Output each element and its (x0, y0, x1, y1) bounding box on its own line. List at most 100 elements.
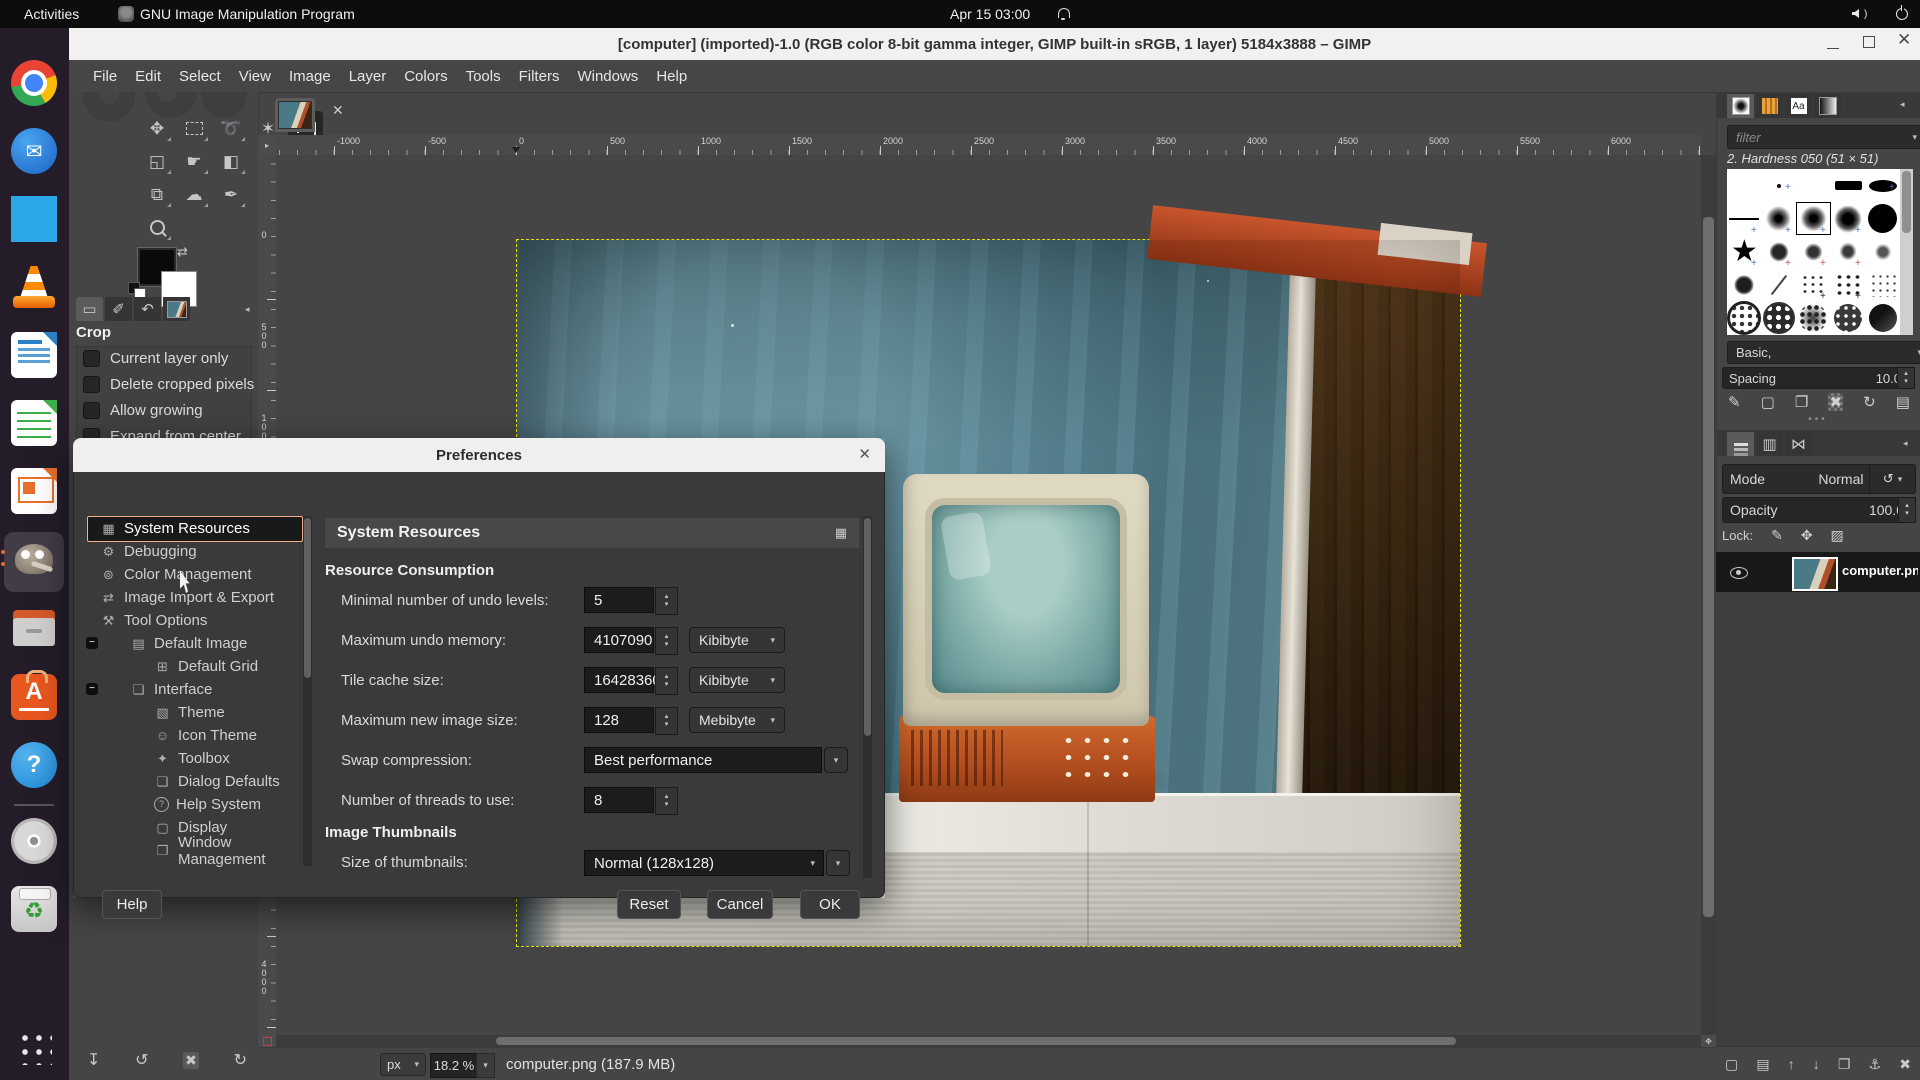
anchor-layer-icon[interactable]: ⚓ (1869, 1056, 1882, 1073)
brush-item[interactable] (1762, 269, 1797, 302)
thumb-size-dropdown[interactable]: Normal (128x128)▾ (584, 850, 824, 876)
brush-item[interactable] (1865, 269, 1900, 302)
horizontal-scrollbar-thumb[interactable] (496, 1037, 1456, 1045)
menu-colors[interactable]: Colors (395, 60, 456, 92)
checkbox[interactable] (83, 402, 100, 419)
horizontal-ruler[interactable]: -1000 -500 0 500 1000 1500 2000 2500 300… (276, 135, 1701, 156)
undo-levels-spinner[interactable]: ▴▾ (655, 587, 678, 615)
brush-item[interactable] (1831, 169, 1866, 202)
lock-position-icon[interactable]: ✥ (1801, 527, 1813, 544)
new-brush-icon[interactable]: ▢ (1761, 393, 1775, 411)
brush-grid-scrollbar[interactable] (1900, 169, 1913, 335)
brush-item[interactable] (1865, 302, 1900, 335)
image-tab-close-icon[interactable]: ✕ (332, 102, 344, 119)
tree-item-interface[interactable]: ❏Interface (130, 678, 212, 701)
swap-compression-dropdown[interactable]: Best performance (584, 747, 822, 773)
checkbox[interactable] (83, 376, 100, 393)
tree-item-theme[interactable]: ▧Theme (154, 701, 225, 724)
new-layer-icon[interactable]: ▢ (1725, 1056, 1738, 1073)
brush-item[interactable] (1796, 302, 1831, 335)
menu-image[interactable]: Image (280, 60, 340, 92)
tree-item-dialog-defaults[interactable]: ❑Dialog Defaults (154, 770, 280, 793)
undo-memory-unit-dropdown[interactable]: Kibibyte▾ (689, 627, 785, 653)
delete-tool-preset-icon[interactable]: ✖ (183, 1052, 199, 1069)
tree-scrollbar-thumb[interactable] (304, 518, 311, 678)
duplicate-brush-icon[interactable]: ❐ (1795, 393, 1808, 411)
collapse-dock-icon[interactable]: ◂ (1900, 99, 1905, 110)
ruler-corner-button[interactable]: ▸ (258, 135, 277, 156)
tree-item-help-system[interactable]: ?Help System (154, 793, 261, 816)
ok-button[interactable]: OK (800, 890, 860, 919)
swap-compression-chevron[interactable]: ▾ (824, 747, 848, 773)
bucket-fill-tool[interactable]: ◧ (214, 146, 248, 177)
brush-item[interactable] (1762, 302, 1797, 335)
rectangle-select-tool[interactable] (177, 113, 211, 144)
menu-filters[interactable]: Filters (510, 60, 569, 92)
opacity-spinner[interactable]: ▴▾ (1898, 497, 1916, 523)
brush-item[interactable] (1865, 202, 1900, 235)
option-current-layer-only[interactable]: Current layer only (83, 350, 228, 367)
content-scrollbar[interactable] (863, 516, 872, 878)
thunderbird-icon[interactable]: ✉ (11, 128, 57, 174)
menu-windows[interactable]: Windows (568, 60, 647, 92)
libreoffice-impress-icon[interactable] (11, 468, 57, 514)
tree-item-toolbox[interactable]: ✦Toolbox (154, 747, 230, 770)
lower-layer-icon[interactable]: ↓ (1813, 1056, 1820, 1072)
warp-tool[interactable]: ☛ (177, 146, 211, 177)
collapse-dock-icon[interactable]: ◂ (245, 304, 250, 315)
mode-switch-group[interactable]: ↺▾ (1869, 464, 1916, 494)
dialog-title-bar[interactable]: Preferences ✕ (73, 438, 885, 473)
tree-item-tool-options[interactable]: ⚒Tool Options (100, 609, 207, 632)
undo-levels-input[interactable]: 5 (584, 587, 654, 613)
tile-cache-input[interactable]: 16428360 (584, 667, 654, 693)
horizontal-scrollbar[interactable] (276, 1035, 1701, 1047)
menu-file[interactable]: File (84, 60, 126, 92)
brush-item[interactable] (1727, 169, 1762, 202)
files-icon[interactable] (11, 606, 57, 652)
lock-pixels-icon[interactable]: ✎ (1771, 527, 1783, 544)
tab-patterns[interactable] (1756, 94, 1783, 118)
menu-help[interactable]: Help (647, 60, 696, 92)
vertical-scrollbar-thumb[interactable] (1703, 217, 1714, 917)
menu-layer[interactable]: Layer (340, 60, 396, 92)
expander-collapse-icon[interactable]: − (86, 683, 98, 695)
gimp-title-bar[interactable]: [computer] (imported)-1.0 (RGB color 8-b… (69, 28, 1920, 61)
spacing-spinner[interactable]: ▴▾ (1897, 367, 1915, 389)
move-tool[interactable]: ✥ (140, 113, 174, 144)
collapse-dock-icon[interactable]: ◂ (1903, 438, 1908, 449)
free-select-tool[interactable]: ➰ (214, 113, 248, 144)
activities-button[interactable]: Activities (24, 6, 79, 22)
restore-button[interactable] (1863, 36, 1875, 48)
save-tool-preset-icon[interactable]: ↧ (87, 1050, 100, 1070)
option-delete-cropped-pixels[interactable]: Delete cropped pixels (83, 376, 254, 393)
edit-brush-icon[interactable]: ✎ (1728, 393, 1741, 411)
close-button[interactable]: ✕ (1897, 30, 1911, 50)
trash-icon[interactable]: ♻ (11, 886, 57, 932)
vscode-icon[interactable] (11, 196, 57, 242)
delete-layer-icon[interactable]: ✖ (1899, 1056, 1911, 1073)
spacing-slider[interactable]: Spacing 10.0 (1722, 367, 1908, 389)
reset-button[interactable]: Reset (617, 890, 681, 919)
reset-tool-options-icon[interactable]: ↻ (234, 1050, 247, 1070)
refresh-brushes-icon[interactable]: ↻ (1863, 393, 1876, 411)
quick-mask-toggle[interactable] (258, 1035, 276, 1047)
brush-item[interactable] (1796, 169, 1831, 202)
libreoffice-calc-icon[interactable] (11, 400, 57, 446)
tree-scrollbar[interactable] (303, 516, 312, 866)
delete-brush-icon[interactable]: ✖ (1828, 393, 1843, 411)
brush-item[interactable] (1865, 235, 1900, 268)
smudge-tool[interactable]: ☁ (177, 179, 211, 210)
open-brush-as-image-icon[interactable]: ▤ (1896, 393, 1910, 411)
brush-grid-scrollbar-thumb[interactable] (1902, 171, 1911, 233)
zoom-tool[interactable] (140, 212, 174, 243)
help-button[interactable]: Help (102, 890, 162, 919)
libreoffice-writer-icon[interactable] (11, 332, 57, 378)
zoom-value[interactable]: 18.2 % (430, 1053, 478, 1078)
undo-memory-spinner[interactable]: ▴▾ (655, 627, 678, 655)
layer-row[interactable]: computer.png (1716, 552, 1920, 592)
restore-tool-preset-icon[interactable]: ↺ (135, 1050, 148, 1070)
prefs-tree[interactable]: ▦System Resources ⚙Debugging ⊚Color Mana… (86, 516, 303, 868)
raise-layer-icon[interactable]: ↑ (1788, 1056, 1795, 1072)
tab-image-thumb[interactable] (163, 297, 190, 321)
layer-mode-dropdown[interactable]: Mode Normal▾ (1722, 464, 1881, 494)
